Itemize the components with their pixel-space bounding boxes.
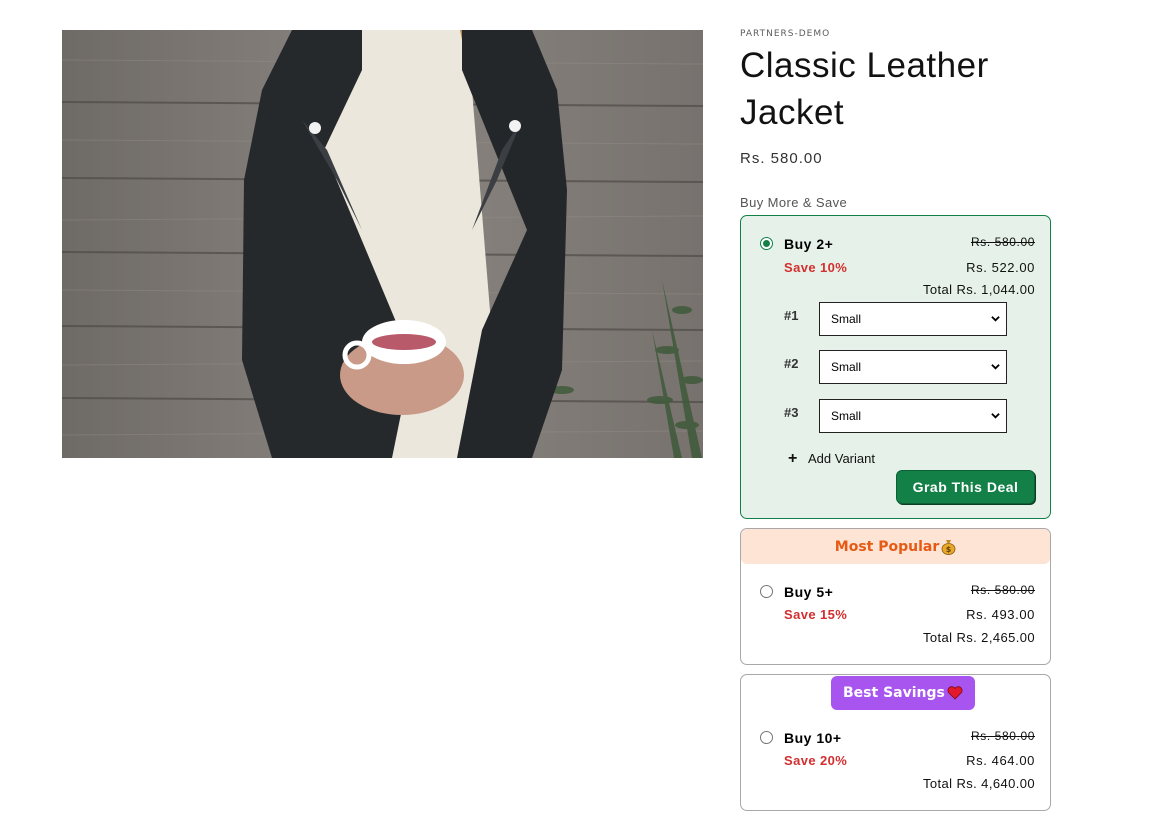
offer-radio[interactable] [760,585,773,598]
banner-label: Best Savings [843,685,945,701]
offer-buy-10[interactable]: Best Savings Buy 10+ Rs. 580.00 Save 20%… [740,674,1051,811]
total-price: Total Rs. 2,465.00 [923,630,1035,645]
product-image[interactable] [62,30,703,458]
banner-label: Most Popular [834,538,940,555]
vendor-label: PARTNERS-DEMO [740,29,831,39]
add-variant-label: Add Variant [808,451,875,466]
variant-select-value: Small [831,409,862,423]
save-label: Save 10% [784,260,848,275]
discounted-price: Rs. 493.00 [966,607,1035,622]
variant-select-value: Small [831,312,862,326]
most-popular-banner: Most Popular $ [741,529,1050,564]
offer-buy-5[interactable]: Most Popular $ Buy 5+ Rs. 580.00 Save 15… [740,528,1051,665]
total-price: Total Rs. 4,640.00 [923,776,1035,791]
money-bag-icon: $ [941,539,956,555]
variant-select-1[interactable]: Small [819,302,1007,336]
svg-text:$: $ [946,545,952,554]
product-price: Rs. 580.00 [740,150,823,167]
add-variant-button[interactable]: + Add Variant [788,450,875,467]
original-price: Rs. 580.00 [970,583,1035,597]
best-savings-banner: Best Savings [831,676,975,710]
variant-label-3: #3 [784,405,799,420]
variant-select-value: Small [831,360,862,374]
product-title: Classic Leather Jacket [740,46,989,132]
offer-quantity: Buy 2+ [784,236,834,252]
discounted-price: Rs. 464.00 [966,753,1035,768]
original-price: Rs. 580.00 [970,235,1035,249]
offer-radio[interactable] [760,237,773,250]
save-label: Save 20% [784,753,848,768]
grab-this-deal-button[interactable]: Grab This Deal [896,470,1035,504]
offer-radio[interactable] [760,731,773,744]
variant-select-2[interactable]: Small [819,350,1007,384]
offer-quantity: Buy 5+ [784,584,834,600]
save-label: Save 15% [784,607,848,622]
variant-select-3[interactable]: Small [819,399,1007,433]
buy-more-save-label: Buy More & Save [740,195,848,210]
chevron-down-icon [991,413,1000,419]
offer-quantity: Buy 10+ [784,730,842,746]
original-price: Rs. 580.00 [970,729,1035,743]
plus-icon: + [788,450,798,467]
discounted-price: Rs. 522.00 [966,260,1035,275]
variant-label-2: #2 [784,356,799,371]
heart-icon [947,686,963,700]
total-price: Total Rs. 1,044.00 [923,282,1035,297]
chevron-down-icon [991,364,1000,370]
variant-label-1: #1 [784,308,799,323]
offer-buy-2[interactable]: Buy 2+ Rs. 580.00 Save 10% Rs. 522.00 To… [740,215,1051,519]
chevron-down-icon [991,316,1000,322]
product-photo [62,30,703,458]
